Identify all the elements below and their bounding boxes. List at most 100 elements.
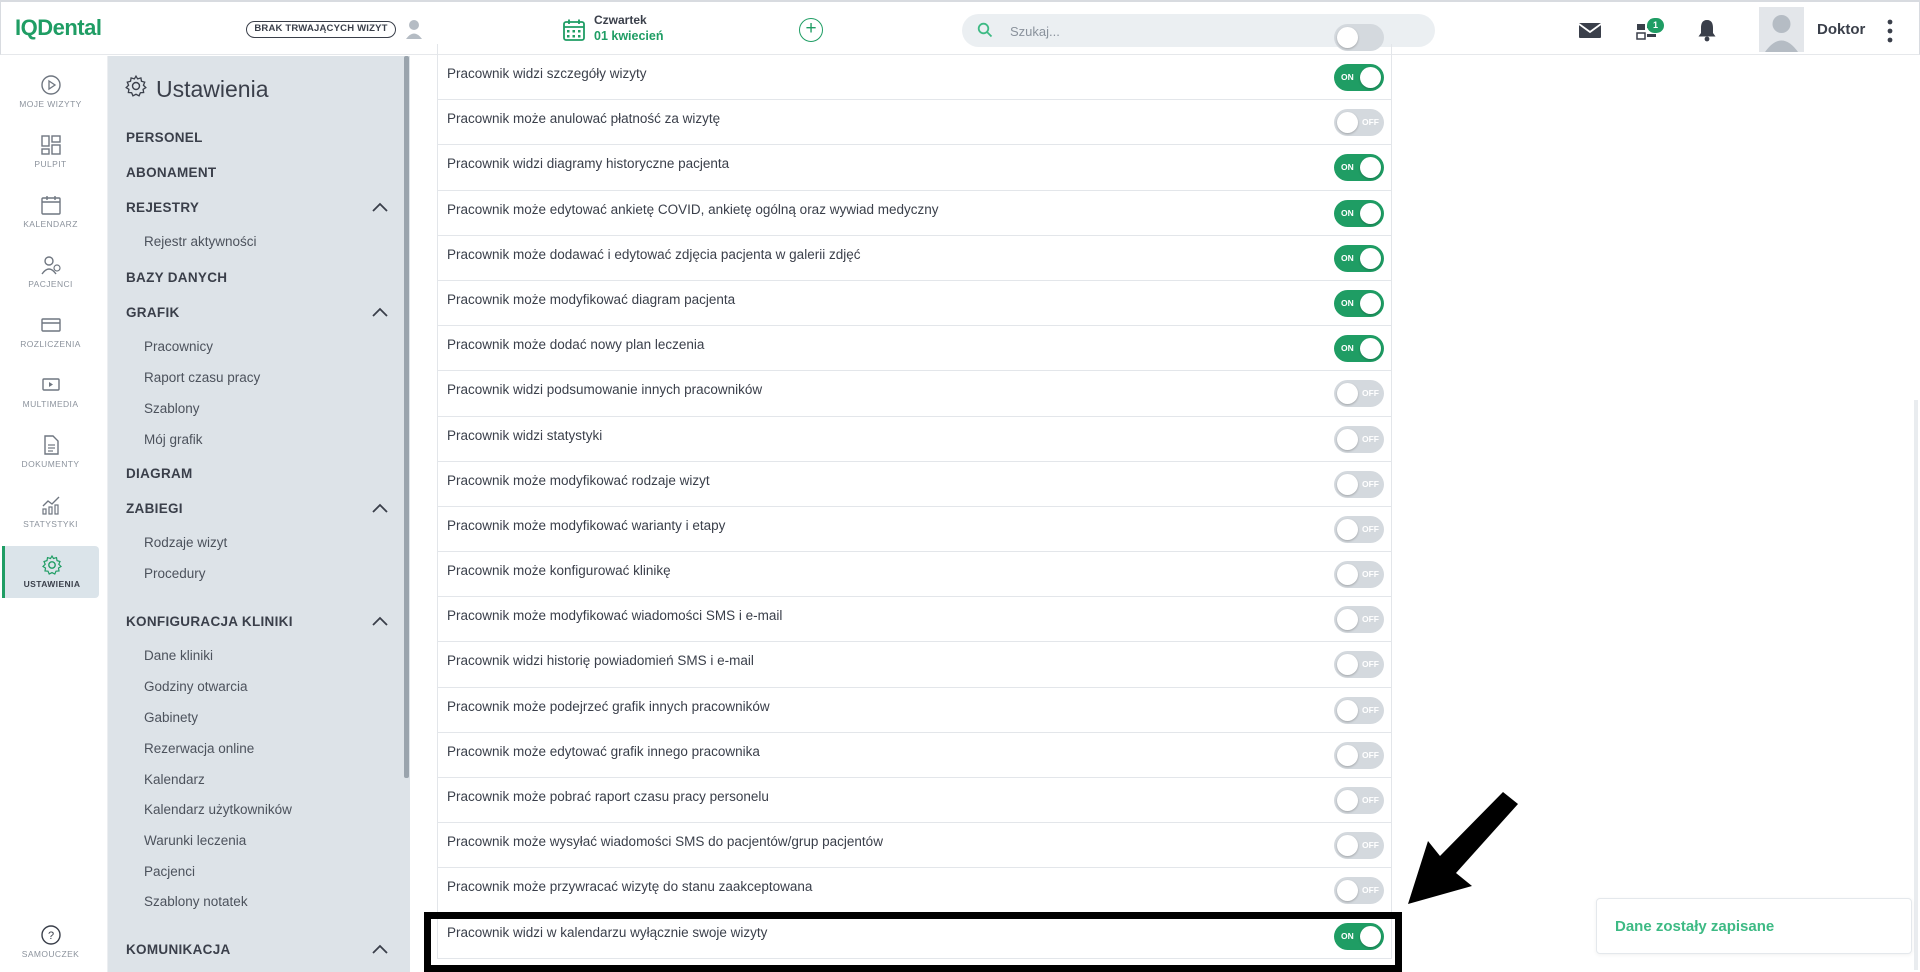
nav-pracownicy[interactable]: Pracownicy xyxy=(144,339,213,354)
toggle-knob xyxy=(1337,744,1358,766)
add-button[interactable]: + xyxy=(799,18,823,42)
permission-row: Pracownik widzi szczegóły wizyty ON xyxy=(437,55,1392,101)
section-abonament[interactable]: ABONAMENT xyxy=(126,165,216,180)
avatar-placeholder-icon xyxy=(1765,15,1798,52)
rail-item-samouczek[interactable]: ? SAMOUCZEK xyxy=(2,916,99,968)
bell-icon[interactable] xyxy=(1693,16,1721,44)
rail-item-rozliczenia[interactable]: ROZLICZENIA xyxy=(2,306,99,358)
permission-toggle[interactable]: OFF xyxy=(1334,561,1384,589)
toggle-knob xyxy=(1337,564,1358,586)
section-diagram[interactable]: DIAGRAM xyxy=(126,466,193,481)
toggle-state-label: OFF xyxy=(1362,117,1379,128)
main-scrollbar[interactable] xyxy=(1914,400,1918,970)
rail-item-dokumenty[interactable]: DOKUMENTY xyxy=(2,426,99,478)
permission-toggle[interactable]: OFF xyxy=(1334,109,1384,137)
permission-toggle[interactable]: OFF xyxy=(1334,832,1384,860)
permission-toggle[interactable] xyxy=(1334,24,1384,51)
calendar-icon[interactable] xyxy=(562,18,586,42)
toggle-state-label: ON xyxy=(1341,72,1354,82)
svg-text:?: ? xyxy=(47,930,53,942)
permission-toggle[interactable]: ON xyxy=(1334,154,1384,182)
toggle-knob xyxy=(1337,27,1358,48)
permission-toggle[interactable]: ON xyxy=(1334,244,1384,272)
section-rejestry[interactable]: REJESTRY xyxy=(126,200,199,215)
toggle-state-label: OFF xyxy=(1362,388,1379,399)
nav-dane-kliniki[interactable]: Dane kliniki xyxy=(144,648,213,663)
rail-item-pacjenci[interactable]: PACJENCI xyxy=(2,246,99,298)
panel-scrollbar[interactable] xyxy=(404,56,409,778)
permission-label: Pracownik może wysyłać wiadomości SMS do… xyxy=(447,834,883,850)
chevron-up-icon[interactable] xyxy=(372,202,388,212)
toggle-state-label: OFF xyxy=(1362,704,1379,715)
section-personel[interactable]: PERSONEL xyxy=(126,130,203,145)
nav-rodzaje-wizyt[interactable]: Rodzaje wizyt xyxy=(144,535,227,550)
rail-item-ustawienia[interactable]: USTAWIENIA xyxy=(2,546,99,598)
calendar-icon xyxy=(40,196,61,215)
current-date[interactable]: 01 kwiecień xyxy=(594,29,664,43)
nav-warunki-leczenia[interactable]: Warunki leczenia xyxy=(144,833,246,848)
toggle-state-label: OFF xyxy=(1362,885,1379,896)
rail-item-statystyki[interactable]: STATYSTYKI xyxy=(2,486,99,538)
mail-icon[interactable] xyxy=(1576,16,1604,44)
permission-toggle[interactable]: OFF xyxy=(1334,606,1384,634)
nav-moj-grafik[interactable]: Mój grafik xyxy=(144,432,203,447)
permission-label: Pracownik może edytować ankietę COVID, a… xyxy=(447,201,939,217)
user-status-icon[interactable] xyxy=(405,18,423,40)
toggle-state-label: ON xyxy=(1341,162,1354,173)
permission-toggle[interactable]: OFF xyxy=(1334,425,1384,453)
permission-toggle[interactable]: ON xyxy=(1334,199,1384,227)
permission-toggle[interactable]: OFF xyxy=(1334,651,1384,679)
chevron-up-icon[interactable] xyxy=(372,616,388,626)
permission-row: Pracownik widzi podsumowanie innych prac… xyxy=(437,371,1392,417)
permission-toggle[interactable]: OFF xyxy=(1334,696,1384,724)
permission-label: Pracownik widzi diagramy historyczne pac… xyxy=(447,156,730,172)
permission-toggle[interactable]: ON xyxy=(1334,289,1384,317)
permission-toggle[interactable]: OFF xyxy=(1334,380,1384,408)
permission-toggle[interactable]: ON xyxy=(1334,64,1384,91)
user-name[interactable]: Doktor xyxy=(1817,21,1865,38)
permission-toggle[interactable]: OFF xyxy=(1334,877,1384,905)
app-logo[interactable]: IQDental xyxy=(15,15,102,41)
permission-toggle[interactable]: OFF xyxy=(1334,787,1384,814)
toggle-knob xyxy=(1337,654,1358,676)
rail-item-kalendarz[interactable]: KALENDARZ xyxy=(2,186,99,238)
permission-toggle[interactable]: ON xyxy=(1334,335,1384,363)
rail-item-multimedia[interactable]: MULTIMEDIA xyxy=(2,366,99,418)
permission-toggle[interactable]: OFF xyxy=(1334,515,1384,543)
permission-label: Pracownik może modyfikować wiadomości SM… xyxy=(447,608,783,624)
nav-pacjenci[interactable]: Pacjenci xyxy=(144,864,195,879)
permission-label: Pracownik może dodawać i edytować zdjęci… xyxy=(447,246,861,262)
section-konfiguracja-kliniki[interactable]: KONFIGURACJA KLINIKI xyxy=(126,614,293,629)
rail-label: DOKUMENTY xyxy=(21,459,80,469)
nav-rezerwacja-online[interactable]: Rezerwacja online xyxy=(144,741,254,756)
rail-label: MOJE WIZYTY xyxy=(19,99,82,109)
nav-procedury[interactable]: Procedury xyxy=(144,566,206,581)
chevron-up-icon[interactable] xyxy=(372,307,388,317)
nav-gabinety[interactable]: Gabinety xyxy=(144,710,198,725)
section-komunikacja[interactable]: KOMUNIKACJA xyxy=(126,942,231,957)
chevron-up-icon[interactable] xyxy=(372,503,388,513)
permission-toggle[interactable]: OFF xyxy=(1334,470,1384,498)
rail-item-moje-wizyty[interactable]: MOJE WIZYTY xyxy=(2,66,99,118)
nav-rejestr-aktywnosci[interactable]: Rejestr aktywności xyxy=(144,234,257,249)
permission-label: Pracownik widzi statystyki xyxy=(447,427,603,443)
avatar[interactable] xyxy=(1759,7,1804,52)
section-grafik[interactable]: GRAFIK xyxy=(126,305,180,320)
nav-godziny-otwarcia[interactable]: Godziny otwarcia xyxy=(144,679,248,694)
permission-label: Pracownik widzi podsumowanie innych prac… xyxy=(447,382,763,398)
section-bazy-danych[interactable]: BAZY DANYCH xyxy=(126,270,227,285)
nav-raport-czasu-pracy[interactable]: Raport czasu pracy xyxy=(144,370,260,385)
nav-szablony-notatek[interactable]: Szablony notatek xyxy=(144,894,248,909)
permission-label: Pracownik może modyfikować rodzaje wizyt xyxy=(447,472,710,488)
section-zabiegi[interactable]: ZABIEGI xyxy=(126,501,183,516)
permission-label: Pracownik widzi historię powiadomień SMS… xyxy=(447,653,754,669)
nav-szablony[interactable]: Szablony xyxy=(144,401,200,416)
more-menu-icon[interactable] xyxy=(1885,19,1895,43)
patients-icon xyxy=(40,256,61,275)
rail-item-pulpit[interactable]: PULPIT xyxy=(2,126,99,178)
permission-toggle[interactable]: OFF xyxy=(1334,741,1384,769)
chevron-up-icon[interactable] xyxy=(372,944,388,954)
ongoing-visits-button[interactable]: BRAK TRWAJĄCYCH WIZYT xyxy=(246,21,396,38)
nav-kalendarz-uzytkownikow[interactable]: Kalendarz użytkowników xyxy=(144,802,292,817)
nav-kalendarz[interactable]: Kalendarz xyxy=(144,772,205,787)
